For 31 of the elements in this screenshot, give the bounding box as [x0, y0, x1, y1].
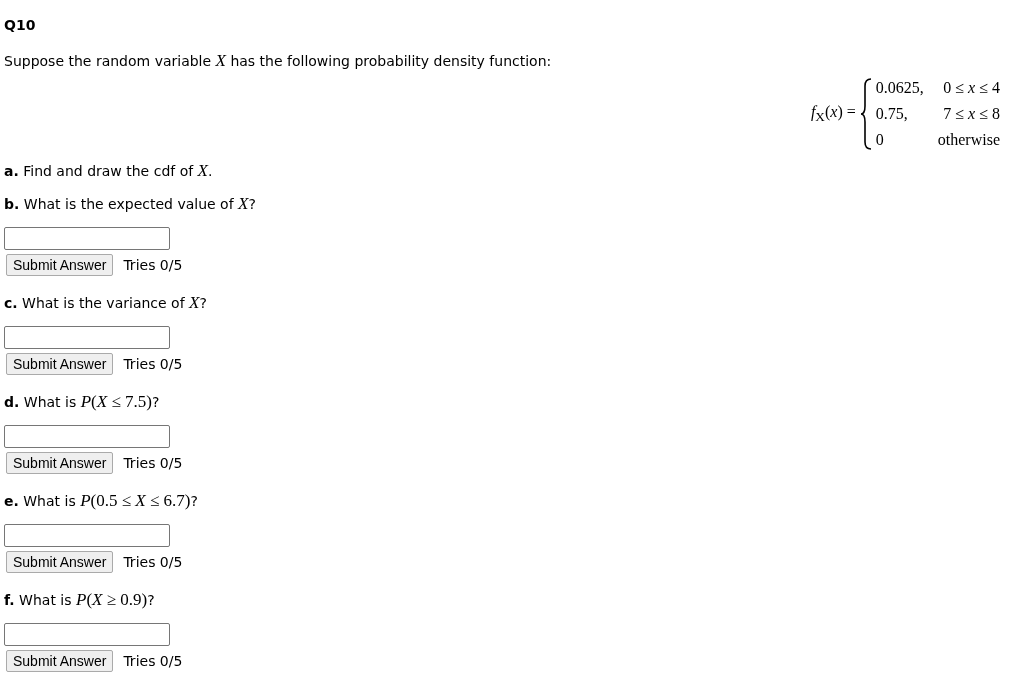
submit-answer-button[interactable]: Submit Answer [6, 353, 114, 375]
answer-field[interactable] [4, 524, 170, 547]
formula-value: 0 [875, 130, 885, 150]
answer-field[interactable] [4, 326, 170, 349]
tries-counter: Tries 0/5 [123, 653, 183, 669]
tries-counter: Tries 0/5 [123, 455, 183, 471]
formula-condition: otherwise [937, 130, 1000, 150]
function-label: f$_{X}$(x) = [810, 102, 856, 126]
question-text: d. What is P(X ≤ 7.5)? [4, 392, 161, 413]
question-text: c. What is the variance of X? [4, 293, 208, 314]
answer-field[interactable] [4, 227, 170, 250]
tries-counter: Tries 0/5 [123, 356, 183, 372]
submit-answer-button[interactable]: Submit Answer [6, 551, 114, 573]
question-number: Q10 [4, 16, 37, 35]
tries-counter: Tries 0/5 [123, 554, 183, 570]
question-intro: Suppose the random variable X has the following probability density function: [4, 51, 553, 71]
question-text: a. Find and draw the cdf of X. [4, 161, 214, 182]
formula-condition: 0 ≤ x ≤ 4 [942, 78, 1000, 98]
question-text: f. What is P(X ≥ 0.9)? [4, 590, 156, 611]
tries-counter: Tries 0/5 [123, 257, 183, 273]
formula-value: 0.0625, [875, 78, 924, 98]
submit-answer-button[interactable]: Submit Answer [6, 650, 114, 672]
formula-value: 0.75, [875, 104, 909, 124]
brace-drawing [859, 78, 872, 150]
formula-condition: 7 ≤ x ≤ 8 [942, 104, 1000, 124]
question-text: b. What is the expected value of X? [4, 194, 257, 215]
answer-field[interactable] [4, 425, 170, 448]
submit-answer-button[interactable]: Submit Answer [6, 254, 114, 276]
question-text: e. What is P(0.5 ≤ X ≤ 6.7)? [4, 491, 199, 512]
submit-answer-button[interactable]: Submit Answer [6, 452, 114, 474]
answer-field[interactable] [4, 623, 170, 646]
